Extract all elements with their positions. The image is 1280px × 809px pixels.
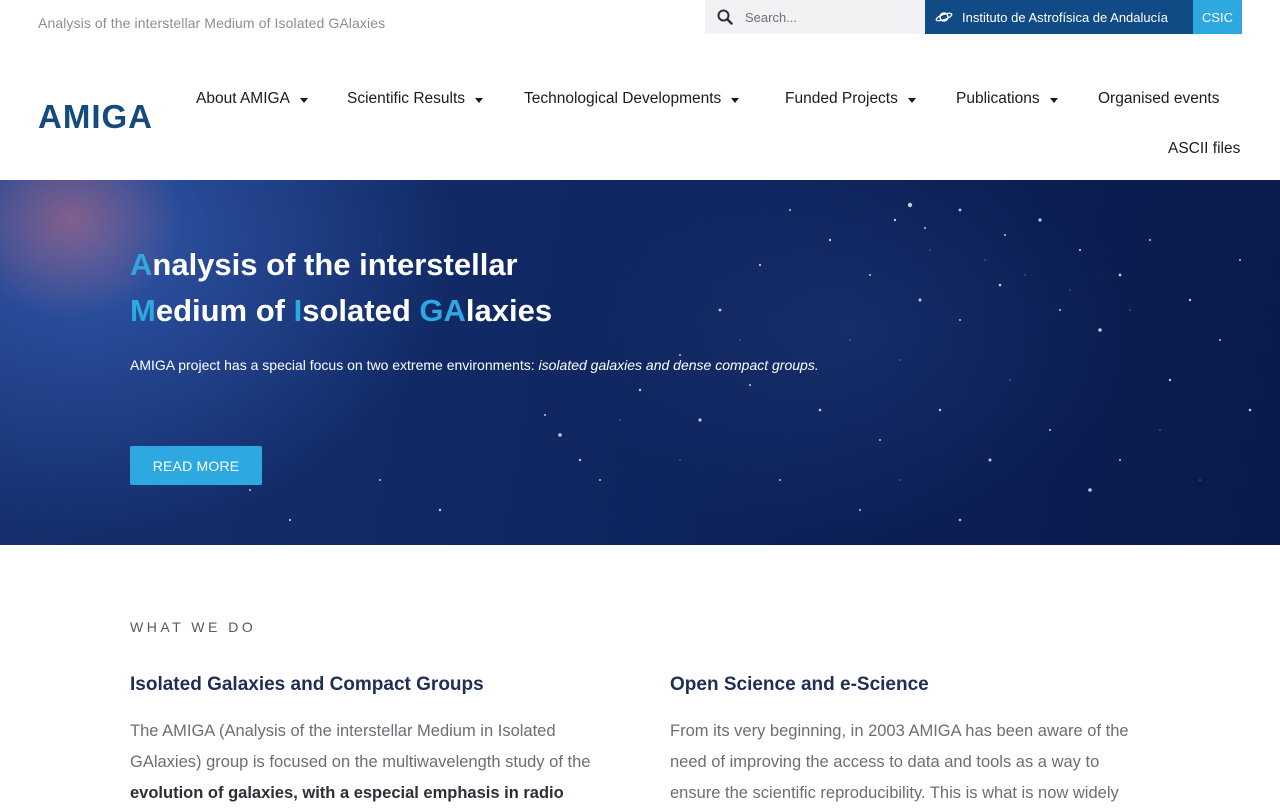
nav-item-label: ASCII files — [1168, 140, 1241, 157]
nav-item-technological-developments[interactable]: Technological Developments — [524, 88, 740, 110]
nav-item-label: Technological Developments — [524, 90, 722, 107]
read-more-button[interactable]: READ MORE — [130, 446, 262, 485]
feature-heading: Isolated Galaxies and Compact Groups — [130, 674, 484, 695]
top-bar: Analysis of the interstellar Medium of I… — [0, 0, 1280, 40]
search-input[interactable] — [743, 2, 913, 32]
nav-item-publications[interactable]: Publications — [956, 88, 1058, 110]
nav-item-ascii-files[interactable]: ASCII files — [1168, 138, 1240, 160]
nav-item-funded-projects[interactable]: Funded Projects — [785, 88, 916, 110]
caret-down-icon — [475, 97, 484, 103]
hero-title-highlight: GA — [419, 293, 466, 328]
caret-down-icon — [299, 97, 308, 103]
hero-title-text: edium of — [155, 293, 294, 328]
feature-column-open-science: Open Science and e-Science From its very… — [670, 673, 1150, 809]
nav-item-organised-events[interactable]: Organised events — [1098, 88, 1220, 110]
caret-down-icon — [907, 97, 916, 103]
csic-link[interactable]: CSIC — [1193, 0, 1242, 34]
section-kicker: WHAT WE DO — [130, 619, 257, 635]
iaa-link[interactable]: Instituto de Astrofísica de Andalucía — [925, 0, 1193, 34]
hero-title-highlight: M — [130, 293, 156, 328]
hero-description-text: AMIGA project has a special focus on two… — [130, 357, 539, 373]
feature-text: The AMIGA (Analysis of the interstellar … — [130, 716, 610, 809]
nav-item-label: Publications — [956, 90, 1040, 107]
nav-item-label: Scientific Results — [347, 90, 466, 107]
hero-title-text: nalysis of the interstellar — [152, 247, 518, 282]
iaa-label: Instituto de Astrofísica de Andalucía — [962, 9, 1168, 25]
nav-item-scientific-results[interactable]: Scientific Results — [347, 88, 484, 110]
feature-heading: Open Science and e-Science — [670, 674, 929, 695]
feature-column-isolated-galaxies: Isolated Galaxies and Compact Groups The… — [130, 673, 610, 809]
hero-title-highlight: A — [130, 247, 153, 282]
feature-text: From its very beginning, in 2003 AMIGA h… — [670, 722, 1129, 802]
site-logo[interactable]: AMIGA — [38, 98, 153, 136]
nav-item-about-amiga[interactable]: About AMIGA — [196, 88, 308, 110]
caret-down-icon — [731, 97, 740, 103]
search-box[interactable] — [705, 0, 925, 34]
nav-item-label: Organised events — [1098, 90, 1220, 107]
hero-title-highlight: I — [293, 293, 303, 328]
caret-down-icon — [1049, 97, 1058, 103]
nav-item-label: Funded Projects — [785, 90, 898, 107]
hero-description-emphasis: isolated galaxies and dense compact grou… — [538, 357, 819, 373]
search-icon[interactable] — [715, 7, 735, 27]
planet-icon — [935, 8, 953, 26]
hero-banner: Analysis of the interstellar Medium of I… — [0, 180, 1280, 545]
hero-title-text: solated — [302, 293, 420, 328]
hero-title-text: laxies — [465, 293, 553, 328]
feature-text-plain: The AMIGA (Analysis of the interstellar … — [130, 722, 591, 771]
hero-description: AMIGA project has a special focus on two… — [130, 352, 830, 379]
site-tagline: Analysis of the interstellar Medium of I… — [38, 15, 386, 31]
hero-title: Analysis of the interstellar Medium of I… — [130, 242, 552, 334]
feature-text-bold: evolution of galaxies, with a especial e… — [130, 784, 564, 802]
nav-item-label: About AMIGA — [196, 90, 290, 107]
